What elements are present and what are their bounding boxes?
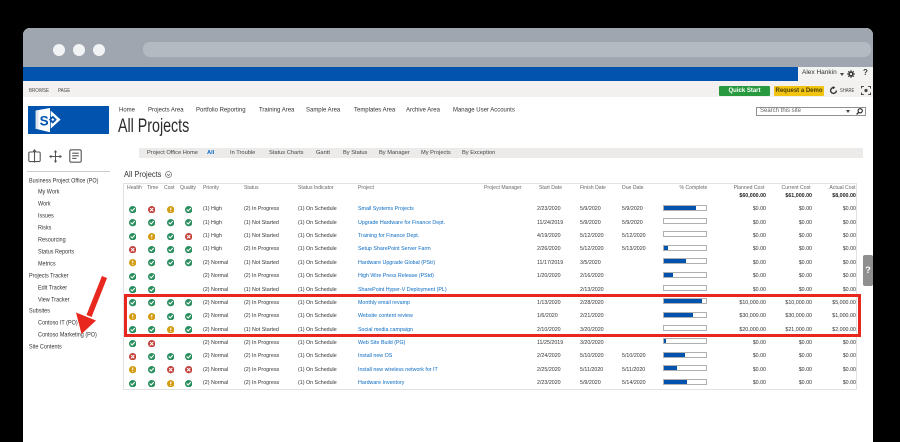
svg-text:S: S [40,114,49,129]
